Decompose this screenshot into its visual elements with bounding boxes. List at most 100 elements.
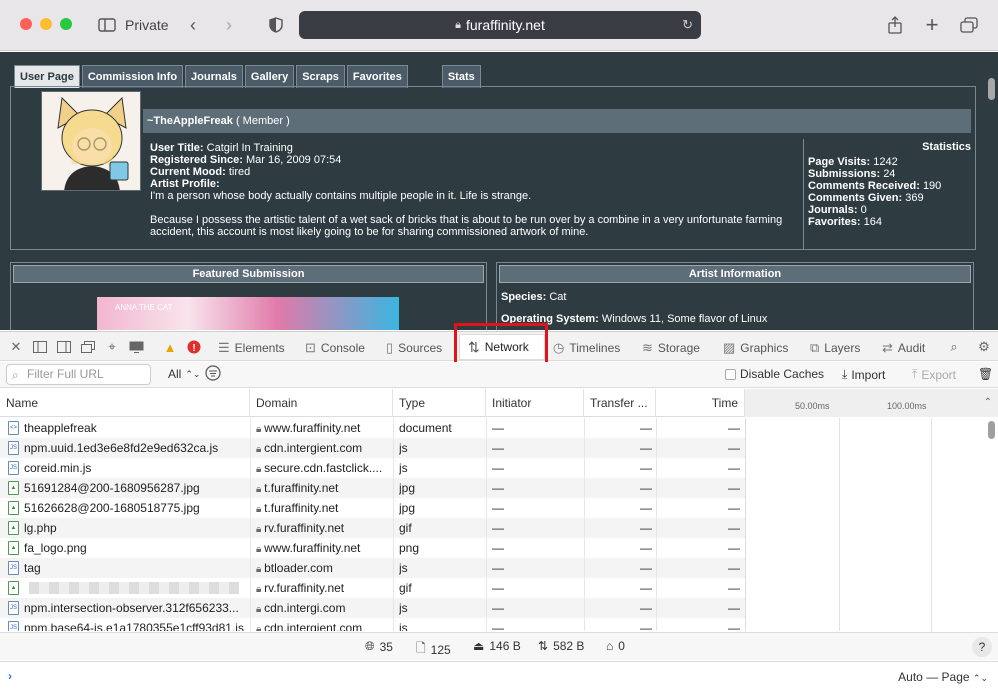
cell-time: —: [728, 421, 740, 435]
table-row[interactable]: JS npm.intersection-observer.312f656233..…: [0, 598, 745, 618]
clear-log-icon[interactable]: 🗑︎: [978, 367, 993, 381]
close-window-button[interactable]: [20, 18, 32, 30]
tab-user-page[interactable]: User Page: [14, 65, 80, 88]
tab-layers[interactable]: ⧉ Layers: [810, 339, 860, 357]
transferred-size: 146 B: [489, 639, 521, 653]
requests-count: 35: [379, 639, 393, 654]
filter-url-input[interactable]: ⌕ Filter Full URL: [6, 364, 151, 385]
column-initiator[interactable]: Initiator: [486, 389, 584, 417]
back-icon[interactable]: ‹: [184, 12, 202, 38]
export-button[interactable]: ⤒ Export: [912, 367, 956, 382]
featured-image[interactable]: ANNA THE CAT: [97, 297, 399, 330]
help-button[interactable]: ?: [972, 637, 992, 657]
tab-journals[interactable]: Journals: [185, 65, 243, 88]
tab-layers-label: Layers: [824, 341, 861, 355]
tab-overview-icon[interactable]: [958, 12, 980, 38]
cell-type: js: [399, 621, 408, 631]
reload-icon[interactable]: ↻: [682, 17, 693, 33]
timeline-header: 50.00ms 100.00ms ⌃: [745, 389, 998, 417]
tab-stats[interactable]: Stats: [441, 65, 481, 88]
domain-text: cdn.intergient.com: [264, 441, 363, 455]
tab-favorites[interactable]: Favorites: [346, 65, 408, 88]
error-icon[interactable]: !: [186, 339, 202, 355]
filter-options-icon[interactable]: [205, 365, 221, 381]
timeline-collapse-icon[interactable]: ⌃: [984, 397, 992, 408]
tab-graphics-label: Graphics: [740, 341, 789, 355]
disable-caches-label: Disable Caches: [740, 367, 825, 381]
search-icon[interactable]: ⌕: [946, 339, 962, 355]
tab-audit[interactable]: ⇄ Audit: [882, 339, 925, 357]
dock-right-icon[interactable]: [56, 339, 72, 355]
table-row[interactable]: ▲ 51691284@200-1680956287.jpg 🔒︎ t.furaffi…: [0, 478, 745, 498]
username[interactable]: ~TheAppleFreak: [147, 115, 233, 127]
table-row[interactable]: ▲ lg.php 🔒︎ rv.furaffinity.net gif — — —: [0, 518, 745, 538]
table-row[interactable]: ▲ 51626628@200-1680518775.jpg 🔒︎ t.furaffi…: [0, 498, 745, 518]
tab-console[interactable]: ⊡ Console: [305, 339, 365, 357]
timeline-gridline: [839, 418, 840, 631]
tab-elements[interactable]: ☰ Elements: [218, 339, 285, 357]
tab-sources[interactable]: ▯ Sources: [386, 339, 442, 357]
stat-label: Comments Given:: [808, 192, 903, 204]
globe-icon: 🌐︎: [365, 639, 375, 653]
table-row[interactable]: ▲ 🔒︎ rv.furaffinity.net gif — — —: [0, 578, 745, 598]
minimize-window-button[interactable]: [40, 18, 52, 30]
disable-caches-checkbox[interactable]: Disable Caches: [725, 367, 824, 381]
column-type[interactable]: Type: [393, 389, 486, 417]
table-row[interactable]: JS coreid.min.js 🔒︎ secure.cdn.fastclick..…: [0, 458, 745, 478]
cell-time: —: [728, 561, 740, 575]
execution-context-select[interactable]: Auto — Page ⌃⌄: [898, 670, 988, 684]
device-icon[interactable]: [128, 339, 144, 355]
cell-initiator: —: [492, 601, 504, 615]
close-devtools-icon[interactable]: ✕: [8, 339, 24, 355]
warning-icon[interactable]: ▲: [162, 339, 178, 355]
lock-icon: 🔒︎: [256, 484, 265, 495]
new-tab-icon[interactable]: +: [922, 12, 942, 38]
forward-icon[interactable]: ›: [220, 12, 238, 38]
cell-domain: 🔒︎ btloader.com: [256, 558, 392, 578]
stat-value: 164: [863, 216, 882, 228]
stat-value: 190: [922, 180, 942, 192]
cell-name: JS coreid.min.js: [8, 458, 248, 478]
domain-text: rv.furaffinity.net: [264, 521, 345, 535]
console-prompt-bar[interactable]: › Auto — Page ⌃⌄: [0, 661, 998, 690]
tab-timelines[interactable]: ◷ Timelines: [553, 339, 620, 357]
tab-storage[interactable]: ≋ Storage: [642, 339, 700, 357]
detach-icon[interactable]: [80, 339, 96, 355]
network-summary-bar: 🌐︎ 35 🗋 125 ⏏︎ 146 B ⇅ 582 B ⌂ 0 ?: [0, 632, 998, 660]
table-row[interactable]: <> theapplefreak 🔒︎ www.furaffinity.net doc…: [0, 418, 745, 438]
privacy-shield-icon[interactable]: [266, 12, 286, 38]
cell-type: jpg: [399, 501, 416, 515]
network-scrollbar[interactable]: [988, 421, 995, 439]
tab-scraps[interactable]: Scraps: [296, 65, 345, 88]
resource-type-select[interactable]: All ⌃⌄: [168, 367, 200, 381]
table-row[interactable]: JS tag 🔒︎ btloader.com js — — —: [0, 558, 745, 578]
tab-graphics[interactable]: ▨ Graphics: [723, 339, 788, 357]
inspect-target-icon[interactable]: ⌖: [104, 339, 120, 355]
avatar[interactable]: [41, 91, 141, 191]
column-time[interactable]: Time: [656, 389, 745, 417]
table-row[interactable]: JS npm.base64-js.e1a1780355e1cff93d81.js 🔒…: [0, 618, 745, 631]
zoom-window-button[interactable]: [60, 18, 72, 30]
sidebar-icon[interactable]: [96, 12, 118, 38]
address-bar[interactable]: 🔒︎ furaffinity.net ↻: [299, 11, 701, 39]
lock-icon: 🔒︎: [256, 624, 265, 631]
cell-transfer: —: [640, 461, 652, 475]
table-row[interactable]: JS npm.uuid.1ed3e6e8fd2e9ed632ca.js 🔒︎ cdn…: [0, 438, 745, 458]
dock-left-icon[interactable]: [32, 339, 48, 355]
page-scrollbar[interactable]: [988, 78, 995, 100]
profile-box: ~TheAppleFreak ( Member ) User Title: Ca…: [10, 86, 976, 250]
table-row[interactable]: ▲ fa_logo.png 🔒︎ www.furaffinity.net png — — —: [0, 538, 745, 558]
settings-gear-icon[interactable]: ⚙: [976, 339, 992, 355]
resources-count: 125: [430, 642, 451, 657]
cell-type: js: [399, 441, 408, 455]
tab-gallery[interactable]: Gallery: [244, 65, 295, 88]
share-icon[interactable]: [884, 12, 906, 38]
column-name[interactable]: Name: [0, 389, 250, 417]
statistics-panel: Statistics Page Visits: 1242 Submissions…: [803, 139, 971, 249]
artist-profile-label: Artist Profile:: [150, 178, 220, 190]
column-transfer[interactable]: Transfer ...: [584, 389, 656, 417]
species-label: Species:: [501, 291, 547, 303]
column-domain[interactable]: Domain: [250, 389, 393, 417]
tab-commission-info[interactable]: Commission Info: [81, 65, 184, 88]
import-button[interactable]: ⤓ Import: [842, 367, 885, 382]
